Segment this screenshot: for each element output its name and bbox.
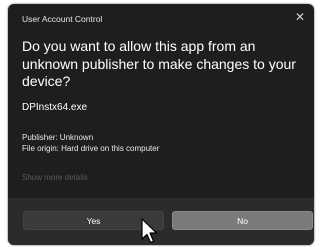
no-button[interactable]: No	[172, 211, 313, 230]
publisher-info: Publisher: Unknown File origin: Hard dri…	[22, 132, 159, 154]
show-more-details-link[interactable]: Show more details	[22, 173, 88, 182]
dialog-title: User Account Control	[22, 14, 103, 24]
publisher-text: Publisher: Unknown	[22, 133, 94, 142]
titlebar: User Account Control ✕	[8, 4, 314, 34]
mouse-pointer-icon	[141, 218, 158, 244]
uac-dialog: User Account Control ✕ Do you want to al…	[8, 4, 314, 245]
prompt-question: Do you want to allow this app from an un…	[22, 38, 296, 89]
app-name: DPInstx64.exe	[22, 102, 88, 113]
dialog-footer: Yes No	[8, 198, 314, 245]
file-origin-text: File origin: Hard drive on this computer	[22, 144, 160, 153]
close-icon[interactable]: ✕	[292, 9, 308, 25]
